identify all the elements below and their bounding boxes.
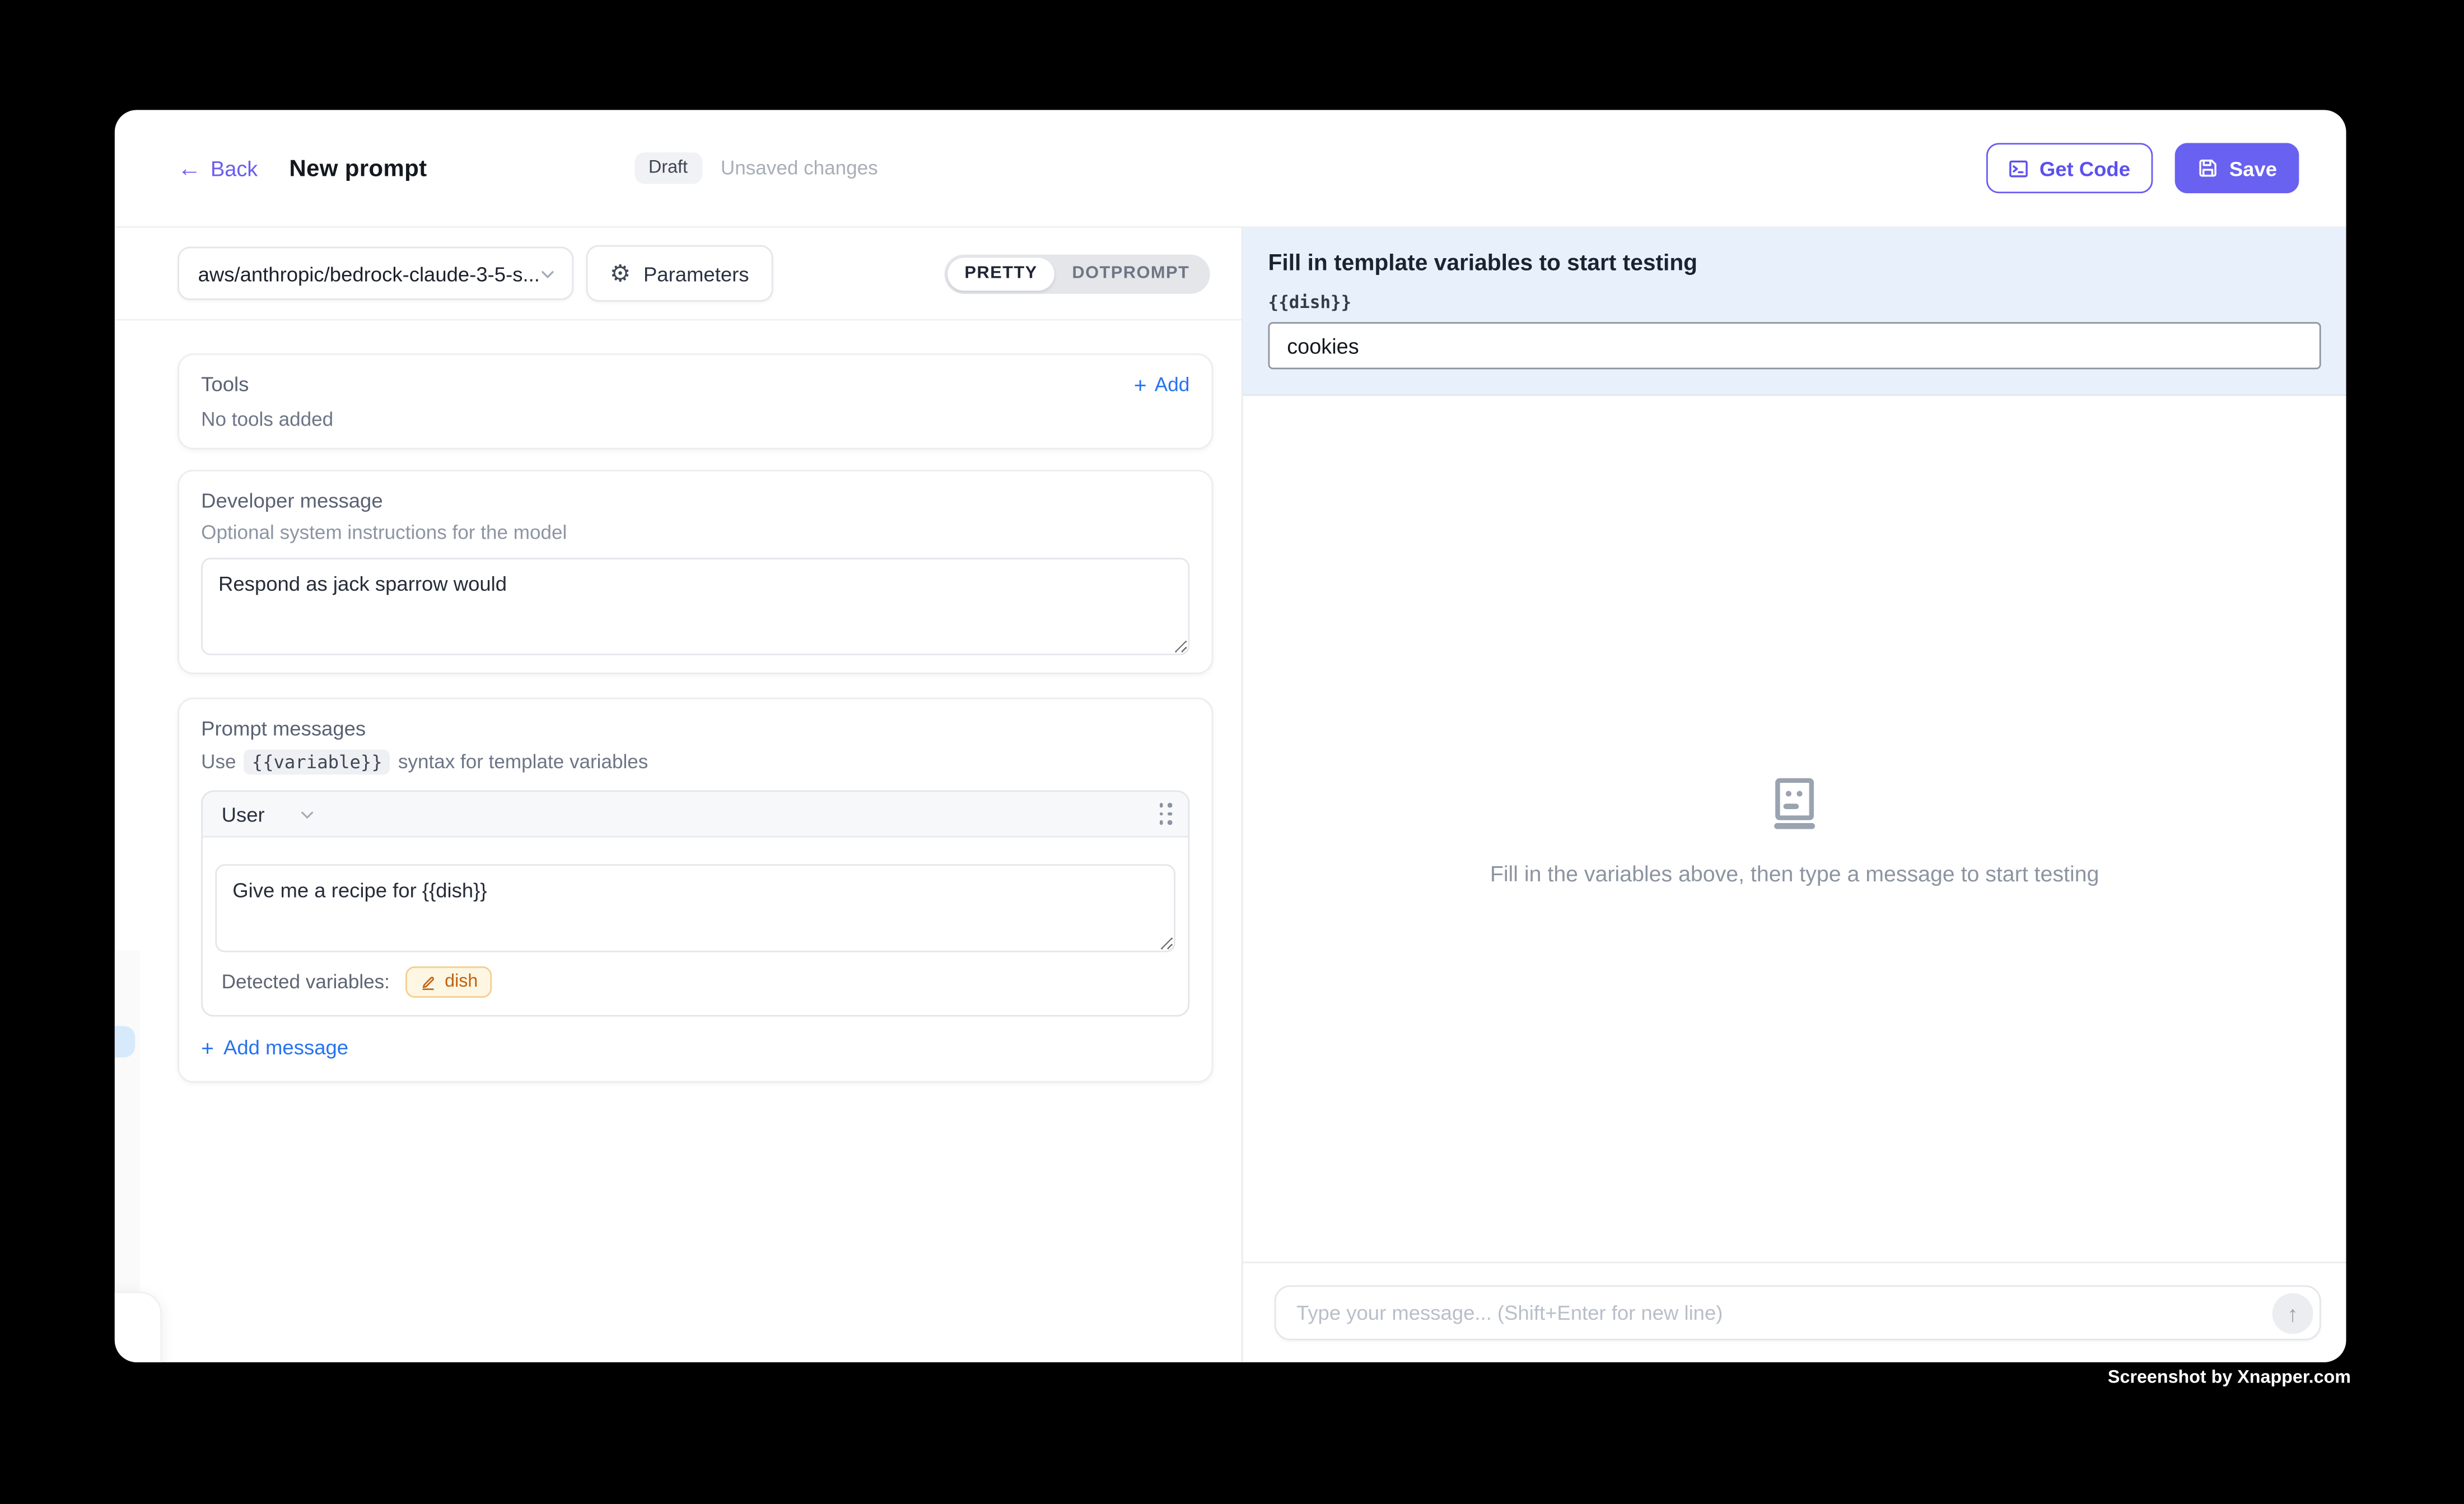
tools-title: Tools — [201, 372, 249, 396]
variable-value-input[interactable] — [1268, 322, 2321, 369]
prompt-messages-section: Prompt messages Use {{variable}} syntax … — [178, 698, 1213, 1082]
back-arrow-icon: ← — [178, 156, 201, 180]
message-content-input[interactable]: Give me a recipe for {{dish}} — [215, 864, 1175, 952]
variable-key-label: {{dish}} — [1268, 292, 2321, 312]
message-body: Give me a recipe for {{dish}} — [203, 838, 1188, 952]
message-block: User Give me a recipe for {{dish}} Det — [201, 790, 1189, 1016]
back-label: Back — [211, 156, 258, 180]
template-variables-bar: Fill in template variables to start test… — [1243, 228, 2346, 396]
developer-message-input[interactable]: Respond as jack sparrow would — [201, 558, 1189, 655]
hint-prefix: Use — [201, 751, 236, 773]
model-toolbar: aws/anthropic/bedrock-claude-3-5-s... ⚙ … — [115, 228, 1242, 321]
template-variables-title: Fill in template variables to start test… — [1268, 251, 2321, 277]
add-tool-label: Add — [1155, 373, 1189, 395]
arrow-up-icon: ↑ — [2287, 1300, 2298, 1325]
chevron-down-icon — [539, 265, 556, 282]
send-button[interactable]: ↑ — [2272, 1292, 2313, 1333]
sidebar-remnant-active-item — [115, 1026, 135, 1057]
variable-syntax-chip: {{variable}} — [244, 750, 390, 775]
gear-icon: ⚙ — [610, 261, 631, 285]
save-button[interactable]: Save — [2174, 143, 2299, 193]
unsaved-changes-note: Unsaved changes — [721, 157, 878, 179]
model-selector[interactable]: aws/anthropic/bedrock-claude-3-5-s... — [178, 247, 573, 300]
hint-suffix: syntax for template variables — [398, 751, 648, 773]
sidebar-remnant-card — [115, 1292, 162, 1362]
terminal-icon — [2008, 158, 2028, 178]
add-message-button[interactable]: + Add message — [201, 1035, 1189, 1059]
watermark: Screenshot by Xnapper.com — [2108, 1368, 2351, 1388]
header: ← Back New prompt Draft Unsaved changes … — [115, 110, 2346, 227]
save-icon — [2196, 157, 2218, 179]
chevron-down-icon — [299, 805, 316, 823]
parameters-button[interactable]: ⚙ Parameters — [586, 245, 773, 302]
toggle-pretty[interactable]: PRETTY — [948, 257, 1055, 290]
prompt-config-panel: aws/anthropic/bedrock-claude-3-5-s... ⚙ … — [115, 228, 1242, 1362]
get-code-button[interactable]: Get Code — [1986, 143, 2152, 193]
edit-pencil-icon — [419, 973, 437, 991]
detected-variables-row: Detected variables: dish — [203, 952, 1188, 1015]
drag-handle-icon[interactable] — [1159, 803, 1173, 825]
plus-icon: + — [1134, 373, 1147, 395]
message-role-value: User — [222, 802, 265, 826]
robot-face-icon — [1765, 772, 1824, 832]
view-mode-toggle: PRETTY DOTPROMPT — [944, 254, 1210, 293]
empty-state-text: Fill in the variables above, then type a… — [1490, 860, 2099, 885]
get-code-label: Get Code — [2040, 156, 2130, 180]
test-panel: Fill in template variables to start test… — [1242, 228, 2346, 1362]
variable-badge-dish[interactable]: dish — [405, 966, 492, 998]
body: aws/anthropic/bedrock-claude-3-5-s... ⚙ … — [115, 228, 2346, 1362]
developer-message-subtitle: Optional system instructions for the mod… — [201, 522, 1189, 544]
add-tool-button[interactable]: + Add — [1134, 373, 1189, 395]
developer-message-title: Developer message — [201, 489, 1189, 512]
message-role-selector[interactable]: User — [222, 802, 317, 826]
toggle-dotprompt[interactable]: DOTPROMPT — [1055, 257, 1207, 290]
save-label: Save — [2229, 156, 2277, 180]
chat-empty-state: Fill in the variables above, then type a… — [1243, 396, 2346, 1262]
chat-input-row: ↑ — [1243, 1262, 2346, 1362]
prompt-config-scroll: Tools + Add No tools added Developer mes… — [115, 320, 1242, 1362]
variable-syntax-hint: Use {{variable}} syntax for template var… — [201, 750, 1189, 775]
plus-icon: + — [201, 1036, 214, 1058]
detected-variables-label: Detected variables: — [222, 971, 390, 993]
model-selector-value: aws/anthropic/bedrock-claude-3-5-s... — [198, 261, 539, 285]
sidebar-remnant-strip — [115, 951, 140, 1292]
add-message-label: Add message — [223, 1035, 348, 1059]
chat-message-input[interactable] — [1275, 1285, 2321, 1340]
developer-message-section: Developer message Optional system instru… — [178, 470, 1213, 674]
page-title: New prompt — [289, 155, 427, 181]
prompt-messages-title: Prompt messages — [201, 717, 1189, 740]
variable-badge-label: dish — [445, 973, 478, 992]
screenshot-stage: ← Back New prompt Draft Unsaved changes … — [0, 0, 2464, 1503]
parameters-label: Parameters — [643, 261, 749, 285]
back-button[interactable]: ← Back — [178, 156, 258, 180]
message-header: User — [203, 792, 1188, 837]
tools-section: Tools + Add No tools added — [178, 353, 1213, 449]
status-badge: Draft — [634, 152, 702, 184]
prompt-editor-window: ← Back New prompt Draft Unsaved changes … — [115, 110, 2346, 1362]
tools-empty-text: No tools added — [201, 409, 1189, 431]
